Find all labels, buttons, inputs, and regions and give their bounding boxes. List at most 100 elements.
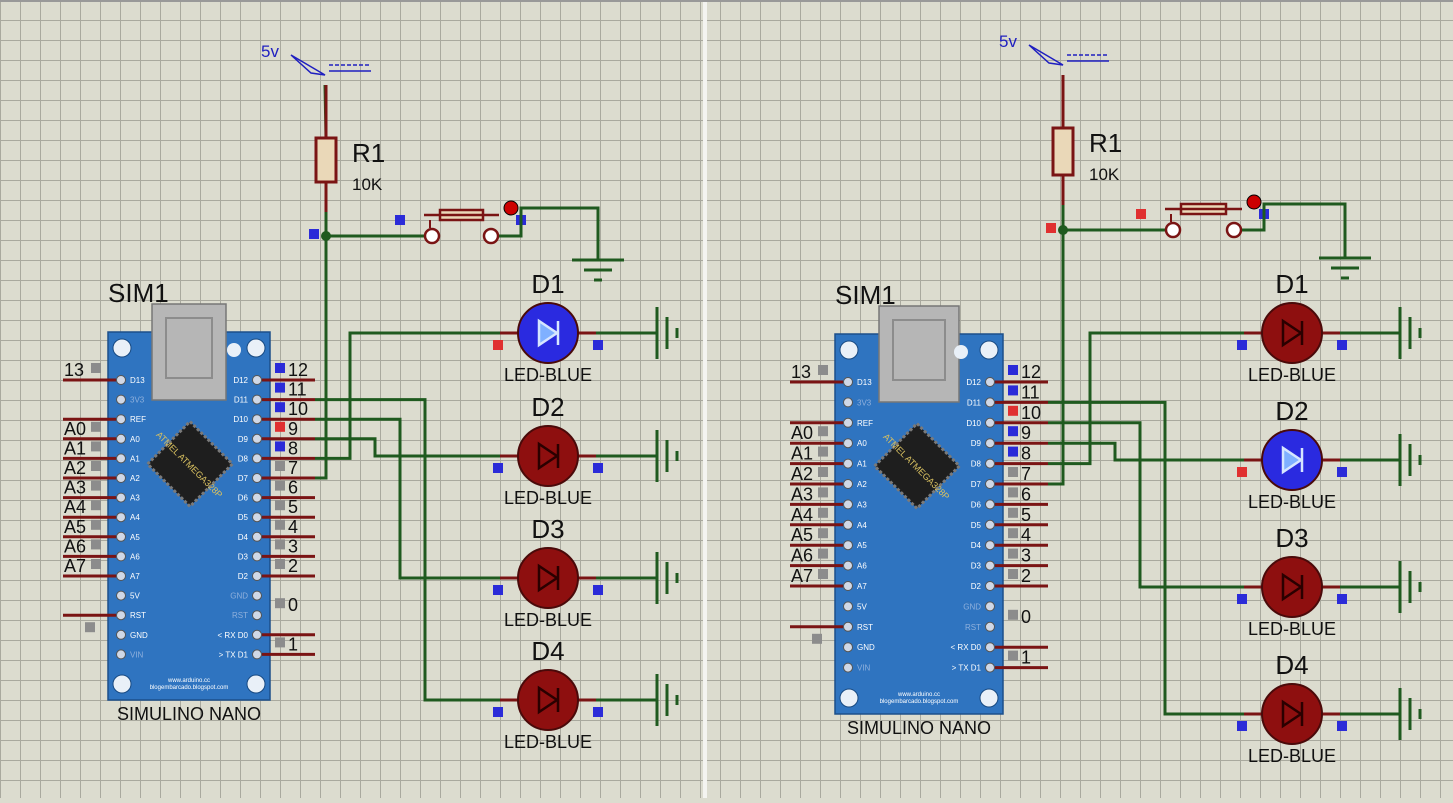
- pin-label-left: REF: [857, 419, 873, 428]
- header-pin[interactable]: [252, 375, 262, 385]
- led-ref: D4: [1275, 650, 1308, 680]
- header-pin[interactable]: [116, 414, 126, 425]
- header-pin[interactable]: [843, 662, 853, 673]
- header-pin[interactable]: [843, 458, 853, 469]
- mounting-hole: [112, 674, 132, 694]
- header-pin[interactable]: [985, 581, 995, 591]
- header-pin[interactable]: [985, 540, 995, 551]
- header-pin[interactable]: [116, 394, 126, 405]
- board-footer-blog: blogembarcado.blogspot.com: [150, 685, 229, 691]
- header-pin[interactable]: [252, 414, 262, 425]
- header-pin[interactable]: [985, 499, 995, 510]
- header-pin[interactable]: [985, 417, 995, 428]
- header-pin[interactable]: [116, 649, 126, 660]
- header-pin[interactable]: [116, 375, 126, 385]
- pin-label-right: D7: [238, 474, 249, 483]
- header-pin[interactable]: [843, 417, 853, 428]
- switch-contact[interactable]: [1164, 221, 1182, 239]
- header-pin[interactable]: [252, 433, 262, 444]
- header-pin[interactable]: [843, 479, 853, 489]
- switch-contact[interactable]: [482, 227, 500, 245]
- header-pin[interactable]: [843, 540, 853, 551]
- header-pin[interactable]: [252, 590, 262, 601]
- header-pin[interactable]: [252, 512, 262, 523]
- header-pin[interactable]: [843, 621, 853, 632]
- header-pin[interactable]: [252, 531, 262, 542]
- header-pin[interactable]: [985, 601, 995, 612]
- net-label-right: 11: [1021, 382, 1040, 402]
- pin-marker: [1008, 528, 1018, 539]
- header-pin[interactable]: [985, 662, 995, 673]
- header-pin[interactable]: [843, 642, 853, 653]
- net-label-right: 9: [1021, 423, 1031, 443]
- led-type: LED-BLUE: [504, 488, 592, 508]
- header-pin[interactable]: [116, 590, 126, 601]
- header-pin[interactable]: [843, 377, 853, 387]
- led-off-indicator[interactable]: [1261, 683, 1323, 745]
- header-pin[interactable]: [116, 551, 126, 562]
- pin-marker: [1136, 209, 1146, 219]
- header-pin[interactable]: [116, 629, 126, 640]
- header-pin[interactable]: [252, 610, 262, 621]
- header-pin[interactable]: [985, 560, 995, 571]
- header-pin[interactable]: [252, 571, 262, 581]
- arduino-nano-board[interactable]: ATMEL ATMEGA328Pwww.arduino.ccblogembarc…: [107, 303, 271, 701]
- header-pin[interactable]: [252, 649, 262, 660]
- header-pin[interactable]: [116, 473, 126, 483]
- header-pin[interactable]: [116, 453, 126, 464]
- led-off-indicator[interactable]: [517, 547, 579, 609]
- header-pin[interactable]: [985, 479, 995, 489]
- header-pin[interactable]: [985, 621, 995, 632]
- header-pin[interactable]: [116, 433, 126, 444]
- pin-label-right: D4: [238, 533, 249, 542]
- header-pin[interactable]: [252, 492, 262, 503]
- net-label-left: A3: [64, 478, 86, 498]
- header-pin[interactable]: [116, 610, 126, 621]
- header-pin[interactable]: [843, 397, 853, 408]
- pin-marker: [275, 382, 285, 393]
- pin-marker: [395, 215, 405, 225]
- switch-contact[interactable]: [423, 227, 441, 245]
- header-pin[interactable]: [252, 473, 262, 483]
- arduino-nano-board[interactable]: ATMEL ATMEGA328Pwww.arduino.ccblogembarc…: [834, 305, 1004, 715]
- header-pin[interactable]: [985, 377, 995, 387]
- header-pin[interactable]: [843, 499, 853, 510]
- pin-label-right: D12: [233, 376, 248, 385]
- led-ref: D4: [531, 636, 564, 666]
- pin-marker: [818, 548, 828, 559]
- header-pin[interactable]: [116, 492, 126, 503]
- net-label-left: A1: [64, 438, 86, 458]
- net-label-left: A7: [64, 556, 86, 576]
- header-pin[interactable]: [252, 551, 262, 562]
- led-ref: D2: [531, 392, 564, 422]
- led-off-indicator[interactable]: [517, 669, 579, 731]
- pin-marker: [1237, 721, 1247, 731]
- header-pin[interactable]: [985, 458, 995, 469]
- pin-label-left: 5V: [130, 592, 140, 601]
- header-pin[interactable]: [985, 519, 995, 530]
- header-pin[interactable]: [116, 571, 126, 581]
- header-pin[interactable]: [985, 642, 995, 653]
- switch-contact[interactable]: [1225, 221, 1243, 239]
- header-pin[interactable]: [843, 581, 853, 591]
- header-pin[interactable]: [116, 512, 126, 523]
- header-pin[interactable]: [985, 438, 995, 449]
- pin-label-left: A2: [857, 480, 867, 489]
- pin-label-left: A6: [130, 552, 140, 561]
- board-footer-url: www.arduino.cc: [897, 692, 940, 698]
- pin-label-left: A5: [130, 533, 140, 542]
- mounting-hole: [954, 345, 968, 359]
- header-pin[interactable]: [252, 453, 262, 464]
- header-pin[interactable]: [252, 394, 262, 405]
- header-pin[interactable]: [252, 629, 262, 640]
- header-pin[interactable]: [843, 560, 853, 571]
- header-pin[interactable]: [985, 397, 995, 408]
- header-pin[interactable]: [116, 531, 126, 542]
- header-pin[interactable]: [843, 601, 853, 612]
- led-off-indicator[interactable]: [517, 425, 579, 487]
- led-off-indicator[interactable]: [1261, 302, 1323, 364]
- pin-label-right: RST: [965, 623, 981, 632]
- header-pin[interactable]: [843, 438, 853, 449]
- header-pin[interactable]: [843, 519, 853, 530]
- led-off-indicator[interactable]: [1261, 556, 1323, 618]
